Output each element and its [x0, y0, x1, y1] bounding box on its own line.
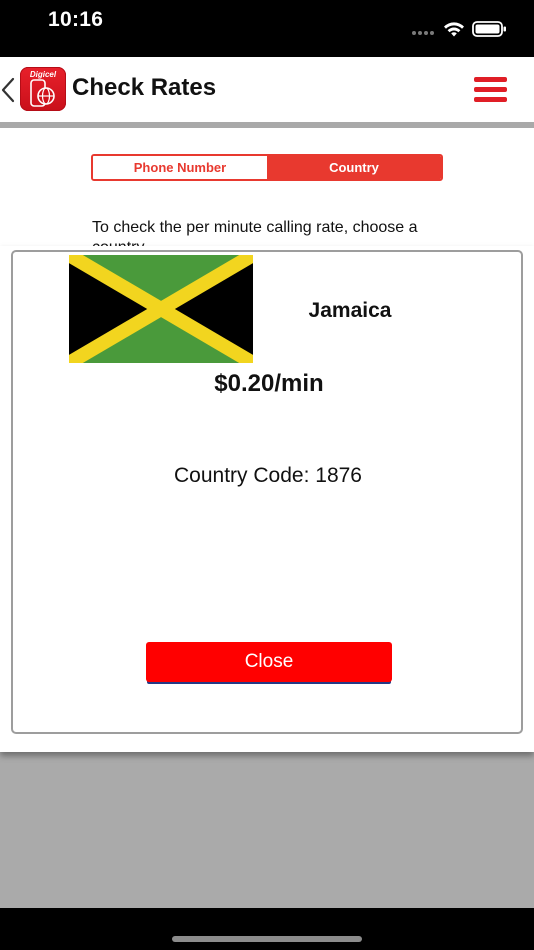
country-code: Country Code: 1876: [13, 464, 523, 488]
modal-backdrop[interactable]: [0, 752, 534, 908]
status-time: 10:16: [48, 8, 104, 31]
battery-icon: [472, 21, 506, 37]
tab-phone-number[interactable]: Phone Number: [93, 156, 267, 179]
rate-value: $0.20/min: [214, 370, 324, 397]
country-name: Jamaica: [308, 299, 392, 322]
hamburger-menu-icon[interactable]: [474, 77, 507, 102]
app-logo: Digicel: [20, 67, 66, 111]
country-code-label: Country Code:: [174, 464, 316, 487]
chevron-left-icon[interactable]: [0, 77, 16, 103]
rate-modal: Jamaica $0.20/min Country Code: 1876 Clo…: [0, 246, 534, 752]
page-title: Check Rates: [72, 74, 217, 101]
status-bar: 10:16: [0, 0, 534, 57]
wifi-icon: [444, 22, 464, 37]
home-indicator[interactable]: [172, 936, 362, 942]
rate-card: Jamaica $0.20/min Country Code: 1876 Clo…: [11, 250, 523, 734]
logo-text: Digicel: [29, 70, 57, 79]
country-code-value: 1876: [315, 464, 362, 487]
signal-dots-icon: [412, 31, 438, 37]
close-button[interactable]: Close: [146, 642, 392, 682]
nav-bar: Digicel Check Rates: [0, 57, 534, 122]
jamaica-flag-icon: [69, 255, 253, 363]
tab-country[interactable]: Country: [267, 156, 441, 179]
segmented-control: Phone Number Country: [91, 154, 443, 181]
instructions-text: To check the per minute calling rate, ch…: [92, 219, 418, 248]
home-area: [0, 908, 534, 950]
phone-globe-icon: [30, 79, 55, 107]
